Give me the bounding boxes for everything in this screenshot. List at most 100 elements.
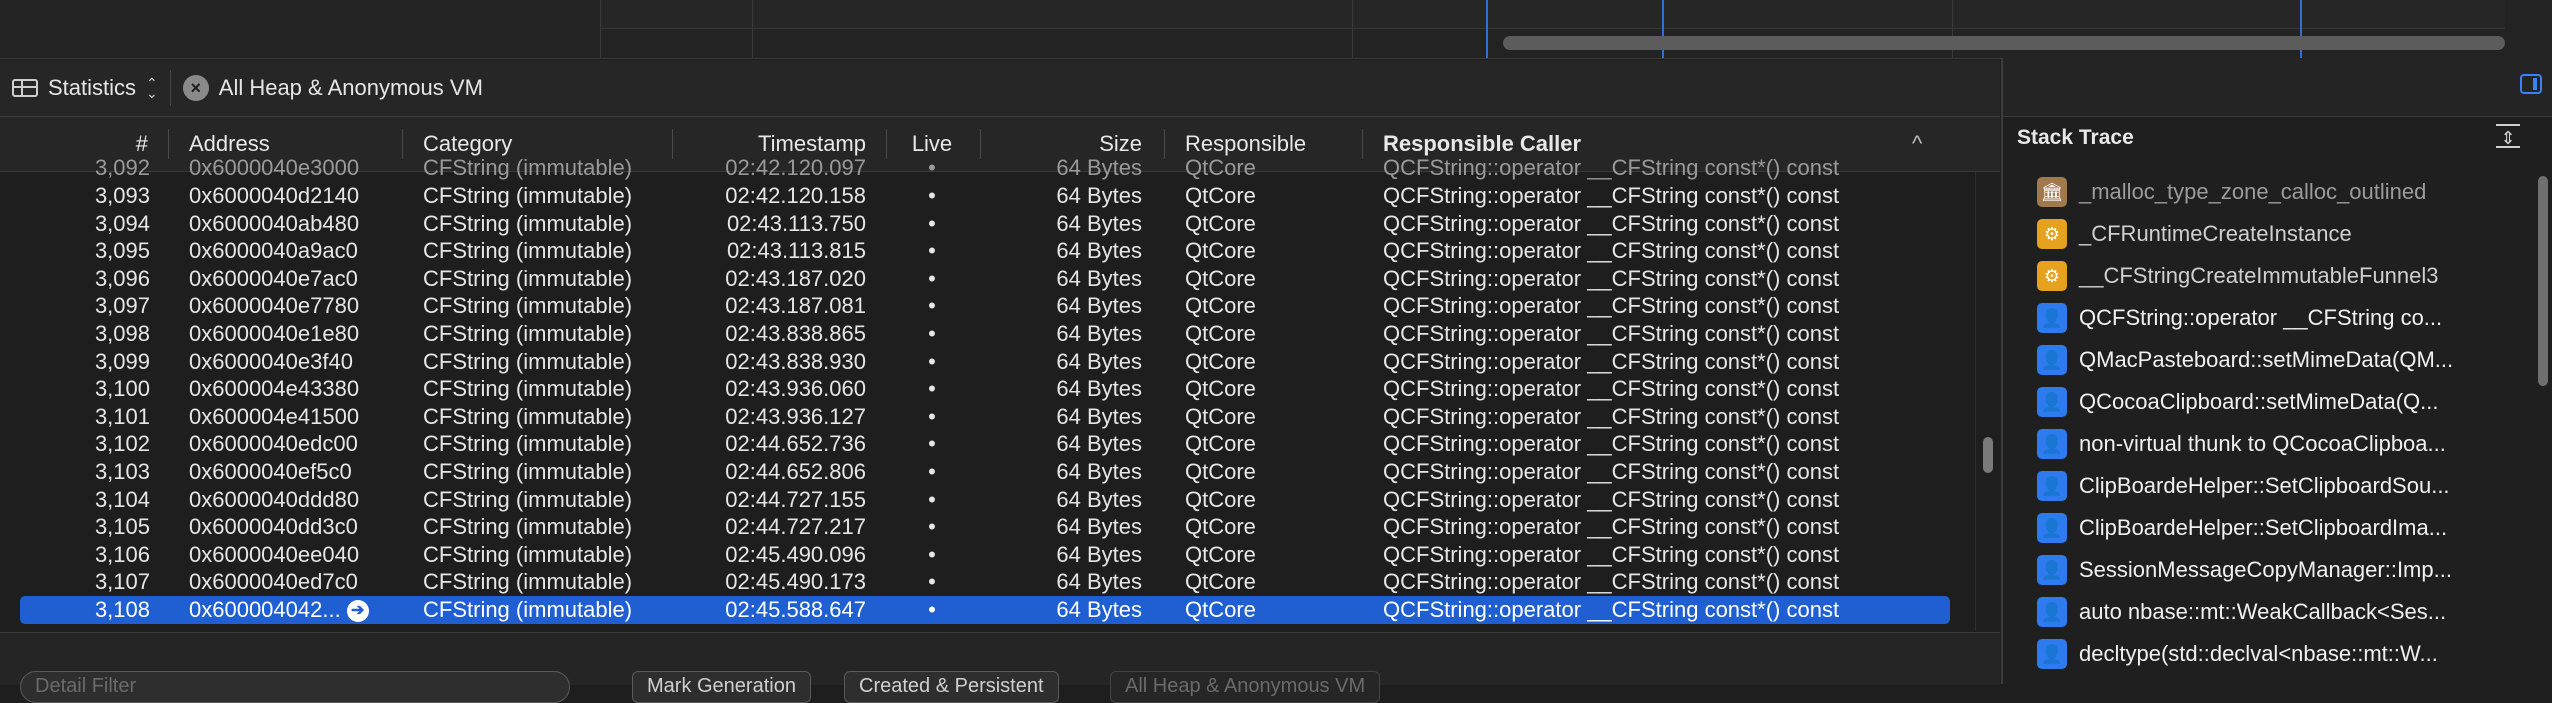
cell-timestamp-text: 02:43.187.081 — [725, 293, 866, 319]
stack-frame[interactable]: 🏛 _malloc_type_zone_calloc_outlined — [2037, 175, 2527, 209]
cell-responsible-text: QtCore — [1185, 569, 1256, 595]
timeline-horizontal-scrollbar[interactable] — [1503, 36, 2505, 50]
cell-live-text: • — [928, 265, 936, 291]
detail-filter-input[interactable]: Detail Filter — [20, 671, 570, 703]
stack-frame[interactable]: 👤 decltype(std::declval<nbase::mt::W... — [2037, 637, 2527, 671]
cell-responsible-caller: QCFString::operator __CFString const*() … — [1383, 348, 1923, 376]
table-vertical-scrollbar[interactable] — [1975, 172, 2000, 631]
cell-category-text: CFString (immutable) — [423, 348, 633, 374]
table-row[interactable]: 3,093 0x6000040d2140 CFString (immutable) 0… — [0, 182, 1960, 210]
user-icon: 👤 — [2037, 429, 2067, 459]
cell-index: 3,095 — [0, 237, 150, 265]
stack-frame-label: SessionMessageCopyManager::Imp... — [2079, 557, 2452, 582]
table-row[interactable]: 3,098 0x6000040e1e80 CFString (immutable) 0… — [0, 320, 1960, 348]
cell-live: • — [886, 375, 978, 403]
timeline-track[interactable] — [0, 0, 2552, 59]
table-row[interactable]: 3,106 0x6000040ee040 CFString (immutable) 0… — [0, 541, 1960, 569]
cell-live-text: • — [928, 210, 936, 236]
cell-responsible-caller: QCFString::operator __CFString const*() … — [1383, 210, 1923, 238]
table-row[interactable]: 3,104 0x6000040ddd80 CFString (immutable) 0… — [0, 486, 1960, 514]
table-row[interactable]: 3,103 0x6000040ef5c0 CFString (immutable) 0… — [0, 458, 1960, 486]
cell-live-text: • — [928, 403, 936, 429]
cell-live-text: • — [928, 238, 936, 264]
cell-category-text: CFString (immutable) — [423, 569, 633, 595]
cell-live-text: • — [928, 459, 936, 484]
cell-address-text: 0x6000040d2140 — [189, 183, 360, 208]
cell-category: CFString (immutable) — [423, 292, 663, 320]
cell-category-text: CFString (immutable) — [423, 238, 633, 264]
cell-live: • — [886, 403, 978, 431]
table-row[interactable]: 3,096 0x6000040e7ac0 CFString (immutable) 0… — [0, 265, 1960, 293]
cell-address-text: 0x600004e41500 — [189, 403, 360, 429]
stack-frame[interactable]: 👤 ClipBoardeHelper::SetClipboardSou... — [2037, 469, 2527, 503]
cell-size: 64 Bytes — [980, 348, 1142, 376]
stack-frame[interactable]: ⚙ _CFRuntimeCreateInstance — [2037, 217, 2527, 251]
cell-timestamp: 02:45.588.647 — [680, 596, 866, 624]
table-row[interactable]: 3,095 0x6000040a9ac0 CFString (immutable) 0… — [0, 237, 1960, 265]
cell-live: • — [886, 458, 978, 486]
table-row[interactable]: 3,107 0x6000040ed7c0 CFString (immutable) 0… — [0, 568, 1960, 596]
cell-responsible: QtCore — [1185, 182, 1375, 210]
stack-frame[interactable]: ⚙ __CFStringCreateImmutableFunnel3 — [2037, 259, 2527, 293]
mark-generation-button[interactable]: Mark Generation — [632, 671, 811, 703]
table-row[interactable]: 3,105 0x6000040dd3c0 CFString (immutable) 0… — [0, 513, 1960, 541]
table-row[interactable]: 3,102 0x6000040edc00 CFString (immutable) 0… — [0, 430, 1960, 458]
view-selector[interactable]: Statistics ⌃ ⌄ — [0, 60, 170, 116]
stack-options-icon[interactable]: ⇕ — [2496, 124, 2520, 148]
cell-responsible-caller: QCFString::operator __CFString const*() … — [1383, 237, 1923, 265]
stack-frame[interactable]: 👤 auto nbase::mt::WeakCallback<Ses... — [2037, 595, 2527, 629]
cell-timestamp: 02:44.652.736 — [680, 430, 866, 458]
cell-live: • — [886, 237, 978, 265]
stack-frame[interactable]: 👤 SessionMessageCopyManager::Imp... — [2037, 553, 2527, 587]
cell-address-text: 0x6000040dd3c0 — [189, 514, 358, 540]
table-row-partial[interactable]: 3,092 0x6000040e3000 CFString (immutable) 0… — [0, 154, 1960, 182]
clear-scope-icon[interactable]: × — [182, 75, 209, 101]
cell-responsible-text: QtCore — [1185, 597, 1256, 622]
stack-frame[interactable]: 👤 QCocoaClipboard::setMimeData(Q... — [2037, 385, 2527, 419]
framework-icon: ⚙ — [2037, 219, 2067, 249]
cell-address-text: 0x6000040ddd80 — [189, 486, 360, 512]
cell-responsible: QtCore — [1185, 486, 1375, 514]
scope-filter-label: All Heap & Anonymous VM — [218, 75, 483, 100]
cell-category-text: CFString (immutable) — [423, 376, 633, 402]
scope-filter[interactable]: × All Heap & Anonymous VM — [171, 60, 495, 116]
sidebar-toggle-icon[interactable] — [2520, 74, 2542, 94]
stack-frame[interactable]: 👤 ClipBoardeHelper::SetClipboardIma... — [2037, 511, 2527, 545]
table-row[interactable]: 3,100 0x600004e43380 CFString (immutable) 0… — [0, 375, 1960, 403]
cell-timestamp: 02:42.120.158 — [680, 182, 866, 210]
cell-responsible-text: QtCore — [1185, 459, 1256, 484]
scope-popup[interactable]: All Heap & Anonymous VM — [1110, 671, 1381, 703]
cell-live: • — [886, 154, 978, 182]
mark-generation-label: Mark Generation — [647, 675, 796, 697]
cell-responsible-caller-text: QCFString::operator __CFString const*() … — [1383, 486, 1840, 512]
cell-size: 64 Bytes — [980, 596, 1142, 624]
cell-size-text: 64 Bytes — [1056, 238, 1142, 264]
cell-live: • — [886, 513, 978, 541]
cell-category: CFString (immutable) — [423, 458, 663, 486]
cell-responsible-caller: QCFString::operator __CFString const*() … — [1383, 375, 1923, 403]
table-row[interactable]: 3,097 0x6000040e7780 CFString (immutable) 0… — [0, 292, 1960, 320]
created-persistent-popup[interactable]: Created & Persistent — [844, 671, 1059, 703]
stack-frame[interactable]: 👤 QCFString::operator __CFString co... — [2037, 301, 2527, 335]
cell-address: 0x600004042... ➔ — [189, 596, 389, 624]
go-to-detail-icon[interactable]: ➔ — [346, 600, 369, 623]
user-icon: 👤 — [2037, 639, 2067, 669]
stack-frame[interactable]: 👤 non-virtual thunk to QCocoaClipboa... — [2037, 427, 2527, 461]
cell-size: 64 Bytes — [980, 403, 1142, 431]
cell-responsible-caller-text: QCFString::operator __CFString const*() … — [1383, 321, 1840, 346]
cell-address-text: 0x6000040ef5c0 — [189, 459, 352, 484]
scrollbar-thumb[interactable] — [1983, 437, 1993, 473]
cell-timestamp-text: 02:43.113.815 — [726, 238, 866, 264]
cell-size-text: 64 Bytes — [1056, 514, 1142, 540]
cell-size-text: 64 Bytes — [1056, 459, 1142, 484]
cell-responsible-text: QtCore — [1185, 238, 1256, 264]
table-row[interactable]: 3,094 0x6000040ab480 CFString (immutable) 0… — [0, 210, 1960, 238]
inspector-scrollbar[interactable] — [2538, 176, 2548, 386]
cell-responsible-caller-text: QCFString::operator __CFString const*() … — [1383, 431, 1840, 457]
cell-responsible: QtCore — [1185, 596, 1375, 624]
table-row[interactable]: 3,099 0x6000040e3f40 CFString (immutable) 0… — [0, 348, 1960, 376]
cell-index-text: 3,104 — [94, 486, 150, 512]
table-row[interactable]: 3,101 0x600004e41500 CFString (immutable) 0… — [0, 403, 1960, 431]
table-row-selected[interactable]: 3,108 0x600004042... ➔ CFString (immutable)… — [20, 596, 1950, 624]
stack-frame[interactable]: 👤 QMacPasteboard::setMimeData(QM... — [2037, 343, 2527, 377]
